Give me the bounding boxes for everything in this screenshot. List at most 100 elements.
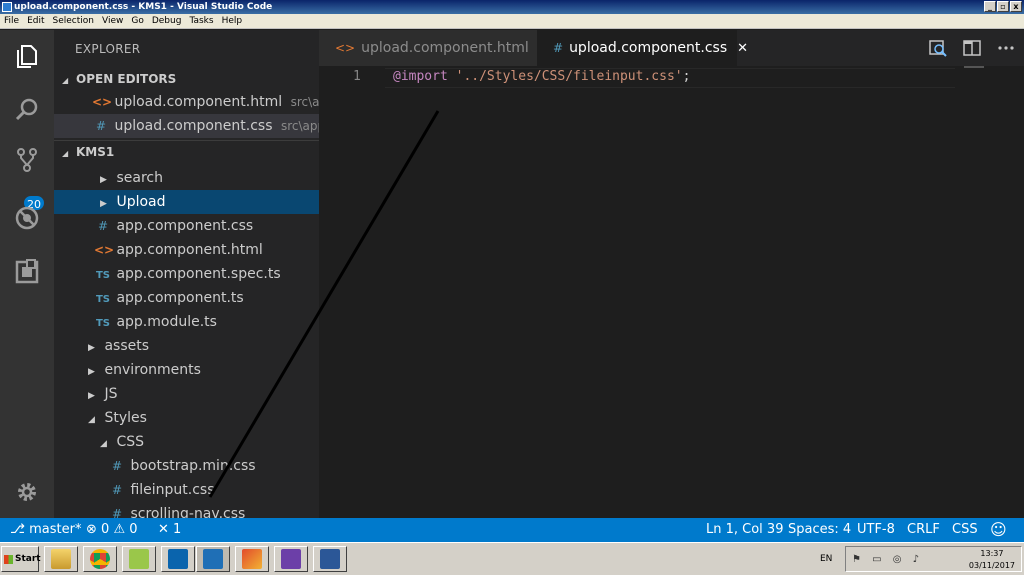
project-header[interactable]: ◢ KMS1: [54, 140, 319, 162]
html-file-icon: <>: [92, 95, 113, 109]
tree-folder-environments[interactable]: ▶ environments: [54, 358, 319, 382]
chevron-right-icon: ▶: [100, 175, 107, 185]
ts-file-icon: TS: [95, 318, 111, 329]
status-encoding[interactable]: UTF-8: [857, 518, 895, 542]
css-file-icon: #: [95, 119, 107, 133]
menu-tasks[interactable]: Tasks: [185, 16, 217, 26]
minimize-button[interactable]: _: [984, 1, 996, 12]
menu-debug[interactable]: Debug: [148, 16, 186, 26]
css-file-icon: #: [111, 507, 123, 518]
vscode-app-icon: [2, 2, 12, 12]
tab-upload-component-css[interactable]: # upload.component.css ✕: [537, 30, 748, 66]
open-editor-item[interactable]: # upload.component.css src\app\...: [54, 114, 319, 138]
windows-taskbar: Start EN ⚑ ▭ ◎ ♪ 13:37 03/11/2017: [0, 542, 1024, 575]
tab-upload-component-html[interactable]: <> upload.component.html: [319, 30, 537, 66]
source-control-icon[interactable]: [0, 138, 54, 182]
warning-icon: ⚠: [113, 522, 130, 537]
menu-edit[interactable]: Edit: [23, 16, 48, 26]
sidebar-title: EXPLORER: [75, 42, 141, 56]
tree-folder-assets[interactable]: ▶ assets: [54, 334, 319, 358]
gear-icon[interactable]: [0, 470, 54, 514]
chevron-right-icon: ▶: [88, 367, 95, 377]
error-icon: ⊗: [86, 522, 102, 537]
taskbar-explorer-icon[interactable]: [44, 546, 78, 572]
menu-bar: File Edit Selection View Go Debug Tasks …: [0, 14, 1024, 29]
git-branch-icon: ⎇: [10, 522, 30, 537]
language-indicator[interactable]: EN: [820, 554, 832, 564]
files-icon[interactable]: [0, 34, 54, 78]
tree-folder-js[interactable]: ▶ JS: [54, 382, 319, 406]
status-problems[interactable]: ⊗ 0 ⚠ 0: [86, 518, 138, 542]
html-file-icon: <>: [335, 41, 356, 55]
tree-folder-css[interactable]: ◢ CSS: [54, 430, 319, 454]
tree-file[interactable]: TS app.component.spec.ts: [54, 262, 319, 286]
search-icon[interactable]: [0, 88, 54, 132]
more-actions-icon[interactable]: [996, 38, 1016, 62]
close-window-button[interactable]: x: [1010, 1, 1022, 12]
menu-go[interactable]: Go: [127, 16, 147, 26]
css-file-icon: #: [111, 459, 123, 473]
tree-file[interactable]: <> app.component.html: [54, 238, 319, 262]
menu-selection[interactable]: Selection: [49, 16, 98, 26]
activity-bar: 20: [0, 30, 54, 518]
tree-file[interactable]: # bootstrap.min.css: [54, 454, 319, 478]
taskbar-app-icon[interactable]: [235, 546, 269, 572]
system-tray: EN ⚑ ▭ ◎ ♪ 13:37 03/11/2017: [820, 546, 1022, 572]
tree-file[interactable]: TS app.module.ts: [54, 310, 319, 334]
code-string: '../Styles/CSS/fileinput.css': [455, 69, 683, 84]
start-button[interactable]: Start: [1, 546, 41, 572]
collapse-triangle-icon: ◢: [62, 149, 69, 158]
ts-file-icon: TS: [95, 270, 111, 281]
feedback-smiley-icon[interactable]: ☺: [990, 518, 1007, 542]
code-keyword: @import: [393, 69, 448, 84]
screen: upload.component.css - KMS1 - Visual Stu…: [0, 0, 1024, 575]
split-editor-icon[interactable]: [962, 38, 982, 62]
menu-help[interactable]: Help: [218, 16, 247, 26]
explorer-sidebar: EXPLORER ◢ OPEN EDITORS <> upload.compone…: [54, 30, 319, 518]
open-changes-icon[interactable]: [928, 38, 948, 62]
tree-file[interactable]: # fileinput.css: [54, 478, 319, 502]
status-cursor-position[interactable]: Ln 1, Col 39: [706, 518, 783, 542]
css-file-icon: #: [553, 41, 564, 55]
ts-file-icon: TS: [95, 294, 111, 305]
taskbar-folder-icon[interactable]: [122, 546, 156, 572]
code-editor[interactable]: 1 @import '../Styles/CSS/fileinput.css';: [319, 66, 1024, 518]
taskbar-outlook-icon[interactable]: [161, 546, 195, 572]
chevron-right-icon: ▶: [88, 343, 95, 353]
tree-folder-styles[interactable]: ◢ Styles: [54, 406, 319, 430]
window-controls: _ ▫ x: [984, 1, 1022, 12]
tree-folder-search[interactable]: ▶ search: [54, 166, 319, 190]
css-file-icon: #: [97, 219, 109, 233]
window-title-bar: upload.component.css - KMS1 - Visual Stu…: [0, 0, 1024, 14]
chevron-right-icon: ▶: [100, 199, 107, 209]
tree-file[interactable]: # app.component.css: [54, 214, 319, 238]
code-line[interactable]: @import '../Styles/CSS/fileinput.css';: [393, 69, 690, 84]
line-number: 1: [353, 69, 361, 84]
tree-file[interactable]: # scrolling-nav.css: [54, 502, 319, 518]
status-indentation[interactable]: Spaces: 4: [788, 518, 851, 542]
tree-file[interactable]: TS app.component.ts: [54, 286, 319, 310]
menu-view[interactable]: View: [98, 16, 127, 26]
taskbar-vscode-icon[interactable]: [196, 546, 230, 572]
open-editors-header[interactable]: ◢ OPEN EDITORS: [54, 68, 319, 90]
menu-file[interactable]: File: [0, 16, 23, 26]
clock[interactable]: 13:37 03/11/2017: [969, 548, 1015, 572]
minimap[interactable]: [964, 66, 984, 68]
status-language[interactable]: CSS: [952, 518, 978, 542]
tree-folder-upload[interactable]: ▶ Upload: [54, 190, 319, 214]
taskbar-visual-studio-icon[interactable]: [274, 546, 308, 572]
close-tab-icon[interactable]: ✕: [737, 41, 748, 56]
editor-actions: [928, 38, 1016, 62]
status-branch[interactable]: ⎇ master*: [10, 518, 81, 542]
debug-icon[interactable]: [0, 196, 54, 240]
tray-icons[interactable]: ⚑ ▭ ◎ ♪: [852, 554, 923, 565]
status-tools[interactable]: ✕ 1: [158, 518, 181, 542]
extensions-icon[interactable]: [0, 250, 54, 294]
restore-button[interactable]: ▫: [997, 1, 1009, 12]
open-editor-label: upload.component.html: [114, 94, 283, 110]
status-eol[interactable]: CRLF: [907, 518, 940, 542]
taskbar-word-icon[interactable]: [313, 546, 347, 572]
taskbar-chrome-icon[interactable]: [83, 546, 117, 572]
chevron-down-icon: ◢: [88, 415, 95, 425]
open-editor-item[interactable]: <> upload.component.html src\app...: [54, 90, 319, 114]
